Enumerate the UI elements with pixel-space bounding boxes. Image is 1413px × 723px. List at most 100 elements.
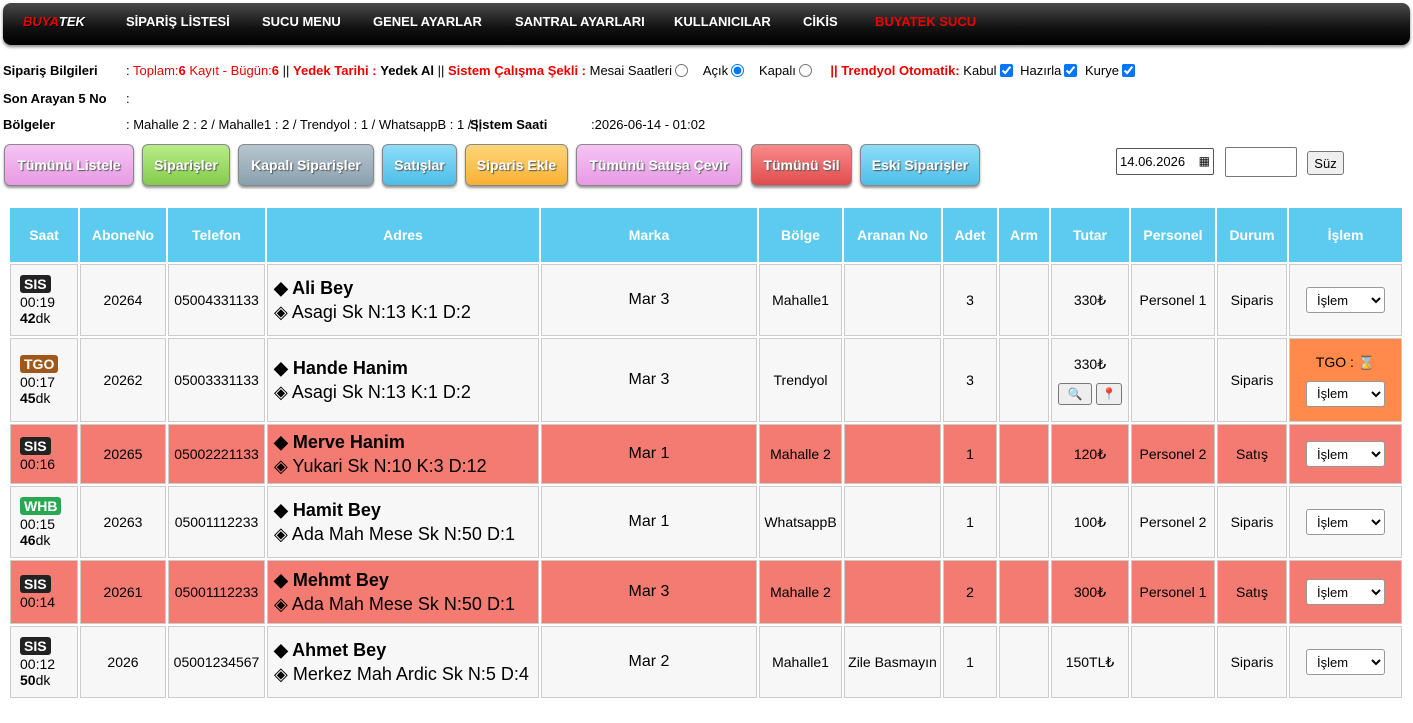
unit: dk [35,531,51,548]
col-aranan-no[interactable]: Aranan No [844,208,941,262]
islem-cell: İşlem [1289,486,1402,558]
nav-genel-ayarlar[interactable]: GENEL AYARLAR [373,3,482,45]
eski-siparisler-button[interactable]: Eski Siparişler [860,144,980,186]
personel-cell: Personel 2 [1131,424,1215,484]
acik-radio[interactable] [731,64,745,77]
calendar-icon[interactable]: ▦ [1199,154,1210,168]
islem-cell: İşlem [1289,264,1402,336]
tumunu-satisa-cevir-button[interactable]: Tümünü Satışa Çevir [576,144,742,186]
nav-sucu-menu[interactable]: SUCU MENU [262,3,341,45]
col-aboneno[interactable]: AboneNo [80,208,166,262]
arm-cell [999,486,1049,558]
siparis-ekle-button[interactable]: Siparis Ekle [465,144,568,186]
nav-santral-ayarlari[interactable]: SANTRAL AYARLARI [515,3,645,45]
tutar-cell: 120₺ [1051,424,1129,484]
personel-cell: Personel 2 [1131,486,1215,558]
siparisler-button[interactable]: Siparişler [142,144,230,186]
arm-cell [999,424,1049,484]
tumunu-sil-button[interactable]: Tümünü Sil [751,144,852,186]
satislar-button[interactable]: Satışlar [382,144,457,186]
col-durum[interactable]: Durum [1217,208,1287,262]
source-badge: WHB [20,496,62,515]
bolge-cell: Mahalle1 [759,264,842,336]
adres-cell: ◆ Mehmt Bey ◈ Ada Mah Mese Sk N:50 D:1 [267,560,539,624]
tutar-cell: 330₺ 🔍 📍 [1051,338,1129,422]
col-adres[interactable]: Adres [267,208,539,262]
table-row[interactable]: SIS 00:12 50dk 2026 05001234567 ◆ Ahmet Be… [10,626,1402,698]
islem-cell: İşlem [1289,424,1402,484]
islem-select[interactable]: İşlem [1306,579,1385,605]
brand-logo[interactable]: BUYATEK [23,3,85,45]
adres-cell: ◆ Ali Bey ◈ Asagi Sk N:13 K:1 D:2 [267,264,539,336]
yedek-label: Yedek Tarihi : [293,63,377,78]
tumunu-listele-button[interactable]: Tümünü Listele [4,144,134,186]
kapali-radio[interactable] [798,64,812,77]
nav-kullanicilar[interactable]: KULLANICILAR [674,3,771,45]
kabul-checkbox[interactable] [999,64,1013,77]
mins: 46 [20,531,36,548]
tgo-status: TGO : [1315,353,1354,370]
search-icon[interactable]: 🔍 [1058,382,1092,405]
col-personel[interactable]: Personel [1131,208,1215,262]
nav-buyatek-sucu[interactable]: BUYATEK SUCU [875,3,976,45]
table-row[interactable]: SIS 00:14 20261 05001112233 ◆ Mehmt Bey ◈ … [10,560,1402,624]
info-line: : Toplam:6 Kayıt - Bügün:6 || Yedek Tari… [126,63,1139,78]
marka-cell: Mar 1 [541,486,757,558]
col-marka[interactable]: Marka [541,208,757,262]
adres-cell: ◆ Hande Hanim ◈ Asagi Sk N:13 K:1 D:2 [267,338,539,422]
telefon-cell: 05001234567 [168,626,265,698]
filter-text-input[interactable] [1225,147,1297,177]
col-telefon[interactable]: Telefon [168,208,265,262]
abone-cell: 20262 [80,338,166,422]
islem-select[interactable]: İşlem [1306,649,1385,675]
map-pin-icon[interactable]: 📍 [1096,382,1122,405]
hazirla-checkbox[interactable] [1064,64,1078,77]
nav-siparis-listesi[interactable]: SİPARİŞ LİSTESİ [126,3,230,45]
telefon-cell: 05001112233 [168,560,265,624]
arm-cell [999,560,1049,624]
col-arm[interactable]: Arm [999,208,1049,262]
sep: || [437,63,445,78]
islem-cell: İşlem [1289,626,1402,698]
kurye-checkbox[interactable] [1121,64,1135,77]
trendyol-label: || Trendyol Otomatik: [830,63,960,78]
col-tutar[interactable]: Tutar [1051,208,1129,262]
kapali-siparisler-button[interactable]: Kapalı Siparişler [238,144,374,186]
kapali-label: Kapalı [758,63,796,78]
adet-cell: 1 [943,424,997,484]
durum-cell: Siparis [1217,338,1287,422]
marka-cell: Mar 3 [541,338,757,422]
table-row[interactable]: WHB 00:15 46dk 20263 05001112233 ◆ Hamit B… [10,486,1402,558]
aranan-cell: Zile Basmayın [844,626,941,698]
durum-cell: Siparis [1217,486,1287,558]
mesai-radio[interactable] [675,64,688,77]
col-adet[interactable]: Adet [943,208,997,262]
nav-cikis[interactable]: CİKİS [803,3,838,45]
table-row[interactable]: SIS 00:16 20265 05002221133 ◆ Merve Hanim… [10,424,1402,484]
sistem-saati-value: :2026-06-14 - 01:02 [591,117,706,132]
table-row[interactable]: SIS 00:19 42dk 20264 05004331133 ◆ Ali Bey… [10,264,1402,336]
saat-cell: SIS 00:16 [10,424,78,484]
time: 00:15 [20,515,56,532]
telefon-cell: 05004331133 [168,264,265,336]
col-islem[interactable]: İşlem [1289,208,1402,262]
yedek-al-link[interactable]: Yedek Al [380,63,434,78]
islem-select[interactable]: İşlem [1306,287,1385,313]
islem-select[interactable]: İşlem [1306,509,1385,535]
time: 00:14 [20,593,56,610]
col-saat[interactable]: Saat [10,208,78,262]
bolge-cell: Mahalle1 [759,626,842,698]
top-nav: BUYATEK SİPARİŞ LİSTESİ SUCU MENU GENEL … [3,3,1410,45]
colon: : [126,63,130,78]
table-row[interactable]: TGO 00:17 45dk 20262 05003331133 ◆ Hande H… [10,338,1402,422]
islem-select[interactable]: İşlem [1306,380,1385,407]
personel-cell: Personel 1 [1131,560,1215,624]
customer-name: ◆ Mehmt Bey [274,570,389,590]
durum-cell: Satış [1217,424,1287,484]
col-bolge[interactable]: Bölge [759,208,842,262]
islem-select[interactable]: İşlem [1306,441,1385,467]
durum-cell: Siparis [1217,626,1287,698]
date-input[interactable]: 14.06.2026 ▦ [1116,148,1214,175]
suz-button[interactable]: Süz [1307,151,1344,175]
abone-cell: 20261 [80,560,166,624]
